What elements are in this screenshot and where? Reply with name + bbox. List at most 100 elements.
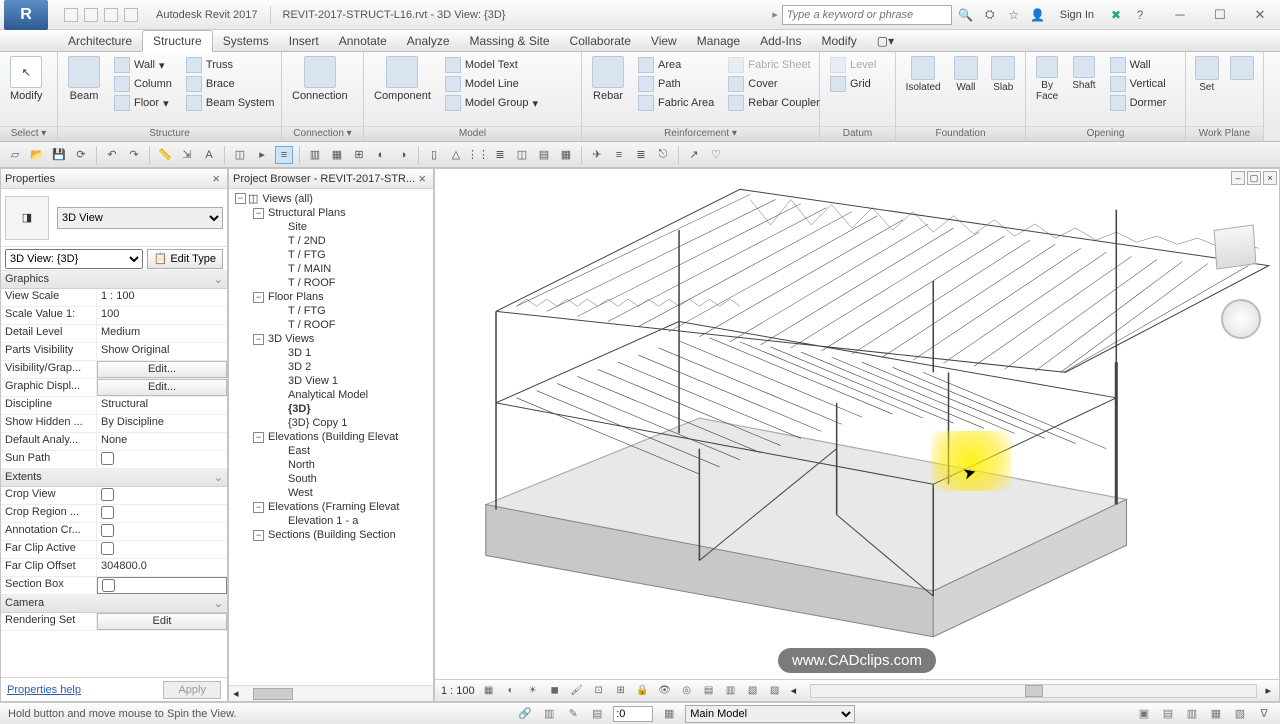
prop-value[interactable]: 100 — [97, 307, 227, 324]
properties-help-link[interactable]: Properties help — [7, 684, 81, 696]
vcb-reveal-icon[interactable]: ◎ — [679, 683, 695, 699]
byface-button[interactable]: By Face — [1030, 54, 1064, 104]
vcb-detail-icon[interactable]: ▦ — [481, 683, 497, 699]
group-label-connection[interactable]: Connection ▾ — [282, 126, 363, 141]
model-text-button[interactable]: Model Text — [441, 56, 542, 74]
vcb-sun-icon[interactable]: ☀ — [525, 683, 541, 699]
prop-row[interactable]: Detail LevelMedium — [1, 325, 227, 343]
help-icon[interactable]: ? — [1130, 5, 1150, 25]
prop-row[interactable]: Visibility/Grap...Edit... — [1, 361, 227, 379]
tree-node[interactable]: T / MAIN — [229, 262, 433, 276]
app-menu-icon[interactable]: R — [4, 0, 48, 30]
tree-node[interactable]: T / FTG — [229, 248, 433, 262]
vcb-a1-icon[interactable]: ▤ — [701, 683, 717, 699]
browser-hscroll[interactable]: ◂ — [229, 685, 433, 701]
new-icon[interactable]: ▱ — [6, 146, 24, 164]
tree-node[interactable]: Site — [229, 220, 433, 234]
tree-node[interactable]: − Floor Plans — [229, 290, 433, 304]
t15-icon[interactable]: ♡ — [707, 146, 725, 164]
prop-row[interactable]: Parts VisibilityShow Original — [1, 343, 227, 361]
slab-button[interactable]: Slab — [986, 54, 1021, 95]
instance-selector[interactable]: 3D View: {3D} — [5, 249, 143, 269]
prop-row[interactable]: Rendering SetEdit — [1, 613, 227, 631]
vcb-temp-hide-icon[interactable]: 👁 — [657, 683, 673, 699]
vcb-crop-region-icon[interactable]: ⊞ — [613, 683, 629, 699]
prop-section-extents[interactable]: Extents⌄ — [1, 469, 227, 487]
close-hidden-icon[interactable]: ▥ — [306, 146, 324, 164]
window-maximize-button[interactable]: ☐ — [1200, 3, 1240, 27]
rebar-coupler-button[interactable]: Rebar Coupler — [724, 94, 824, 112]
t5-icon[interactable]: ⋮⋮ — [469, 146, 487, 164]
set-button[interactable]: Set — [1190, 54, 1224, 95]
prop-row[interactable]: DisciplineStructural — [1, 397, 227, 415]
model-line-button[interactable]: Model Line — [441, 75, 542, 93]
vcb-a2-icon[interactable]: ▥ — [723, 683, 739, 699]
prop-row[interactable]: Graphic Displ...Edit... — [1, 379, 227, 397]
selection-count-input[interactable] — [613, 706, 653, 722]
apply-button[interactable]: Apply — [163, 681, 221, 699]
tree-node[interactable]: T / FTG — [229, 304, 433, 318]
open-icon[interactable]: 📂 — [28, 146, 46, 164]
tree-node[interactable]: {3D} — [229, 402, 433, 416]
prop-value[interactable]: Medium — [97, 325, 227, 342]
sb-filter2-icon[interactable]: ∇ — [1256, 706, 1272, 722]
prop-row[interactable]: Crop Region ... — [1, 505, 227, 523]
temp1-icon[interactable]: ◐ — [372, 146, 390, 164]
tab-analyze[interactable]: Analyze — [397, 31, 460, 51]
tab-architecture[interactable]: Architecture — [58, 31, 142, 51]
vcb-visual-style-icon[interactable]: ◐ — [503, 683, 519, 699]
tab-view[interactable]: View — [641, 31, 687, 51]
tree-node[interactable]: − Elevations (Building Elevat — [229, 430, 433, 444]
tab-manage[interactable]: Manage — [687, 31, 750, 51]
viewcube[interactable] — [1205, 217, 1265, 277]
t6-icon[interactable]: ≣ — [491, 146, 509, 164]
t4-icon[interactable]: △ — [447, 146, 465, 164]
tree-expand-icon[interactable]: − — [253, 292, 264, 303]
shaft-button[interactable]: Shaft — [1066, 54, 1101, 93]
cover-button[interactable]: Cover — [724, 75, 824, 93]
tree-node[interactable]: − 3D Views — [229, 332, 433, 346]
sb-sel4-icon[interactable]: ▦ — [1208, 706, 1224, 722]
prop-value[interactable] — [97, 541, 227, 558]
prop-row[interactable]: Section Box — [1, 577, 227, 595]
prop-row[interactable]: Crop View — [1, 487, 227, 505]
project-tree[interactable]: − ◫ Views (all)− Structural Plans Site T… — [229, 189, 433, 685]
subscription-icon[interactable]: ⛭ — [980, 5, 1000, 25]
group-label-structure[interactable]: Structure — [58, 126, 281, 141]
prop-value[interactable]: Structural — [97, 397, 227, 414]
tab-insert[interactable]: Insert — [279, 31, 329, 51]
tile-icon[interactable]: ⊞ — [350, 146, 368, 164]
area-button[interactable]: Area — [634, 56, 718, 74]
truss-button[interactable]: Truss — [182, 56, 278, 74]
prop-row[interactable]: Show Hidden ...By Discipline — [1, 415, 227, 433]
view-scale[interactable]: 1 : 100 — [441, 685, 475, 697]
tree-expand-icon[interactable]: − — [253, 530, 264, 541]
type-selector[interactable]: 3D View — [57, 207, 223, 229]
measure-icon[interactable]: 📏 — [156, 146, 174, 164]
tab-modify[interactable]: Modify — [811, 31, 866, 51]
save-icon[interactable]: 💾 — [50, 146, 68, 164]
user-icon[interactable]: 👤 — [1028, 5, 1048, 25]
tree-expand-icon[interactable]: − — [253, 208, 264, 219]
3d-icon[interactable]: ◫ — [231, 146, 249, 164]
t14-icon[interactable]: ↗ — [685, 146, 703, 164]
prop-row[interactable]: Far Clip Offset304800.0 — [1, 559, 227, 577]
tree-node[interactable]: Elevation 1 - a — [229, 514, 433, 528]
qat-save-icon[interactable] — [84, 8, 98, 22]
prop-value[interactable] — [97, 523, 227, 540]
window-close-button[interactable]: ✕ — [1240, 3, 1280, 27]
connection-button[interactable]: Connection — [286, 54, 354, 104]
prop-value[interactable] — [97, 451, 227, 468]
tree-node[interactable]: 3D View 1 — [229, 374, 433, 388]
grid-button[interactable]: Grid — [826, 75, 889, 93]
tab-annotate[interactable]: Annotate — [329, 31, 397, 51]
prop-section-graphics[interactable]: Graphics⌄ — [1, 271, 227, 289]
prop-row[interactable]: Default Analy...None — [1, 433, 227, 451]
sync-icon[interactable]: ⟳ — [72, 146, 90, 164]
model-group-button[interactable]: Model Group ▾ — [441, 94, 542, 112]
prop-value[interactable]: None — [97, 433, 227, 450]
tree-node[interactable]: East — [229, 444, 433, 458]
tree-node[interactable]: T / ROOF — [229, 276, 433, 290]
fabric-area-button[interactable]: Fabric Area — [634, 94, 718, 112]
brace-button[interactable]: Brace — [182, 75, 278, 93]
